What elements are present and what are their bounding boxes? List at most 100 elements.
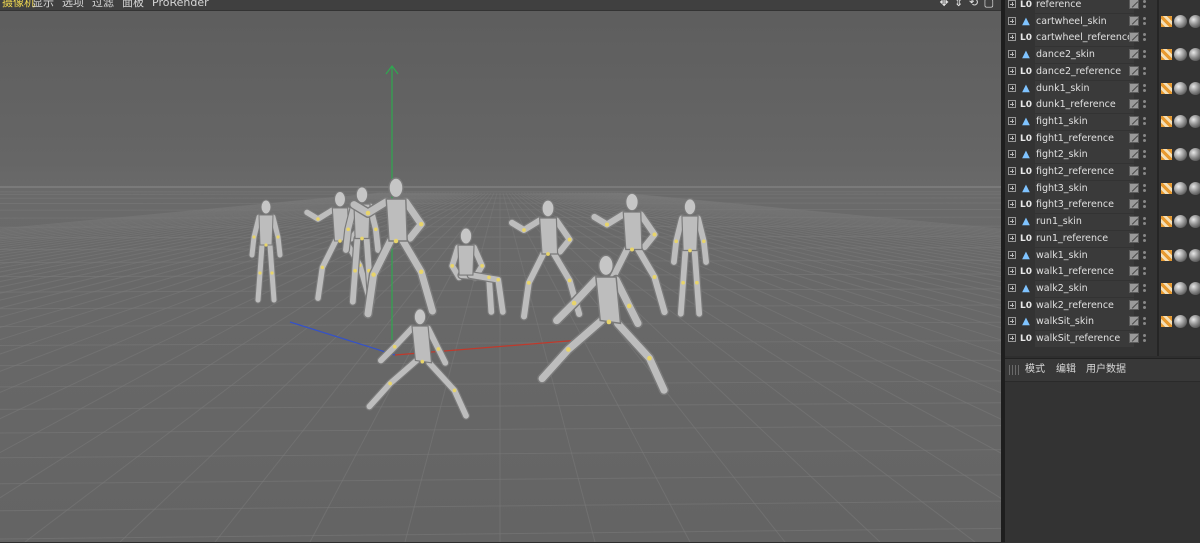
- layer-visibility-icon[interactable]: [1129, 32, 1139, 42]
- material-tag-icon[interactable]: [1189, 282, 1200, 295]
- render-visibility-dots-icon[interactable]: [1143, 198, 1147, 212]
- render-visibility-dots-icon[interactable]: [1143, 0, 1147, 12]
- object-name[interactable]: run1_reference: [1035, 231, 1134, 247]
- expand-toggle-icon[interactable]: [1008, 301, 1016, 309]
- object-name[interactable]: dunk1_skin: [1035, 81, 1134, 97]
- object-row[interactable]: L0fight2_reference: [1005, 164, 1200, 180]
- material-tag-icon[interactable]: [1174, 215, 1187, 228]
- texture-tag-icon[interactable]: [1161, 183, 1172, 194]
- menu-options[interactable]: 选项: [62, 0, 84, 10]
- mannequin-figure[interactable]: [674, 199, 706, 314]
- material-tag-icon[interactable]: [1189, 15, 1200, 28]
- object-row[interactable]: ▲dance2_skin: [1005, 47, 1200, 63]
- expand-toggle-icon[interactable]: [1008, 217, 1016, 225]
- texture-tag-icon[interactable]: [1161, 116, 1172, 127]
- menu-mode[interactable]: 模式: [1025, 363, 1045, 377]
- texture-tag-icon[interactable]: [1161, 283, 1172, 294]
- expand-toggle-icon[interactable]: [1008, 117, 1016, 125]
- menu-display[interactable]: 显示: [32, 0, 54, 10]
- object-row[interactable]: ▲dunk1_skin: [1005, 81, 1200, 97]
- object-name[interactable]: dance2_skin: [1035, 47, 1134, 63]
- object-name[interactable]: dance2_reference: [1035, 64, 1134, 80]
- layer-visibility-icon[interactable]: [1129, 283, 1139, 293]
- menu-camera[interactable]: 摄像机: [2, 0, 35, 10]
- layer-visibility-icon[interactable]: [1129, 66, 1139, 76]
- expand-toggle-icon[interactable]: [1008, 50, 1016, 58]
- expand-toggle-icon[interactable]: [1008, 150, 1016, 158]
- expand-toggle-icon[interactable]: [1008, 251, 1016, 259]
- object-row[interactable]: ▲run1_skin: [1005, 214, 1200, 230]
- layer-visibility-icon[interactable]: [1129, 99, 1139, 109]
- object-name[interactable]: walk2_skin: [1035, 281, 1134, 297]
- object-row[interactable]: ▲walkSit_skin: [1005, 314, 1200, 330]
- layer-visibility-icon[interactable]: [1129, 199, 1139, 209]
- layer-visibility-icon[interactable]: [1129, 0, 1139, 9]
- texture-tag-icon[interactable]: [1161, 216, 1172, 227]
- material-tag-icon[interactable]: [1174, 82, 1187, 95]
- object-row[interactable]: L0walk1_reference: [1005, 264, 1200, 280]
- object-name[interactable]: run1_skin: [1035, 214, 1134, 230]
- object-row[interactable]: L0fight1_reference: [1005, 131, 1200, 147]
- layer-visibility-icon[interactable]: [1129, 300, 1139, 310]
- mannequin-figure[interactable]: [450, 228, 502, 312]
- object-row[interactable]: ▲walk1_skin: [1005, 248, 1200, 264]
- material-tag-icon[interactable]: [1189, 215, 1200, 228]
- render-visibility-dots-icon[interactable]: [1143, 265, 1147, 279]
- render-visibility-dots-icon[interactable]: [1143, 15, 1147, 29]
- expand-toggle-icon[interactable]: [1008, 317, 1016, 325]
- object-name[interactable]: walkSit_skin: [1035, 314, 1134, 330]
- layer-visibility-icon[interactable]: [1129, 149, 1139, 159]
- render-visibility-dots-icon[interactable]: [1143, 132, 1147, 146]
- menu-prorender[interactable]: ProRender: [152, 0, 209, 10]
- render-visibility-dots-icon[interactable]: [1143, 299, 1147, 313]
- viewport-navigation-icons[interactable]: ✥ ⇕ ⟲ ▢: [939, 0, 995, 9]
- material-tag-icon[interactable]: [1174, 115, 1187, 128]
- object-name[interactable]: dunk1_reference: [1035, 97, 1134, 113]
- object-name[interactable]: fight2_skin: [1035, 147, 1134, 163]
- material-tag-icon[interactable]: [1189, 115, 1200, 128]
- material-tag-icon[interactable]: [1174, 182, 1187, 195]
- render-visibility-dots-icon[interactable]: [1143, 182, 1147, 196]
- expand-toggle-icon[interactable]: [1008, 184, 1016, 192]
- layer-visibility-icon[interactable]: [1129, 166, 1139, 176]
- material-tag-icon[interactable]: [1189, 182, 1200, 195]
- material-tag-icon[interactable]: [1174, 148, 1187, 161]
- expand-toggle-icon[interactable]: [1008, 67, 1016, 75]
- menu-panel[interactable]: 面板: [122, 0, 144, 10]
- object-name[interactable]: fight1_skin: [1035, 114, 1134, 130]
- layer-visibility-icon[interactable]: [1129, 333, 1139, 343]
- expand-toggle-icon[interactable]: [1008, 17, 1016, 25]
- expand-toggle-icon[interactable]: [1008, 284, 1016, 292]
- render-visibility-dots-icon[interactable]: [1143, 249, 1147, 263]
- layer-visibility-icon[interactable]: [1129, 316, 1139, 326]
- render-visibility-dots-icon[interactable]: [1143, 31, 1147, 45]
- material-tag-icon[interactable]: [1174, 282, 1187, 295]
- expand-toggle-icon[interactable]: [1008, 0, 1016, 8]
- render-visibility-dots-icon[interactable]: [1143, 165, 1147, 179]
- expand-toggle-icon[interactable]: [1008, 100, 1016, 108]
- render-visibility-dots-icon[interactable]: [1143, 48, 1147, 62]
- layer-visibility-icon[interactable]: [1129, 266, 1139, 276]
- layer-visibility-icon[interactable]: [1129, 250, 1139, 260]
- menu-filter[interactable]: 过滤: [92, 0, 114, 10]
- expand-toggle-icon[interactable]: [1008, 200, 1016, 208]
- object-name[interactable]: cartwheel_reference: [1035, 30, 1134, 46]
- object-name[interactable]: walk1_reference: [1035, 264, 1134, 280]
- expand-toggle-icon[interactable]: [1008, 167, 1016, 175]
- object-name[interactable]: cartwheel_skin: [1035, 14, 1134, 30]
- object-row[interactable]: L0run1_reference: [1005, 231, 1200, 247]
- layer-visibility-icon[interactable]: [1129, 16, 1139, 26]
- object-row[interactable]: ▲fight3_skin: [1005, 181, 1200, 197]
- texture-tag-icon[interactable]: [1161, 149, 1172, 160]
- object-row[interactable]: L0reference: [1005, 0, 1200, 13]
- object-row[interactable]: L0dance2_reference: [1005, 64, 1200, 80]
- material-tag-icon[interactable]: [1189, 148, 1200, 161]
- grip-handle-icon[interactable]: [1009, 365, 1019, 375]
- material-tag-icon[interactable]: [1174, 249, 1187, 262]
- object-name[interactable]: fight3_reference: [1035, 197, 1134, 213]
- object-row[interactable]: ▲cartwheel_skin: [1005, 14, 1200, 30]
- object-row[interactable]: L0dunk1_reference: [1005, 97, 1200, 113]
- expand-toggle-icon[interactable]: [1008, 84, 1016, 92]
- material-tag-icon[interactable]: [1189, 315, 1200, 328]
- render-visibility-dots-icon[interactable]: [1143, 215, 1147, 229]
